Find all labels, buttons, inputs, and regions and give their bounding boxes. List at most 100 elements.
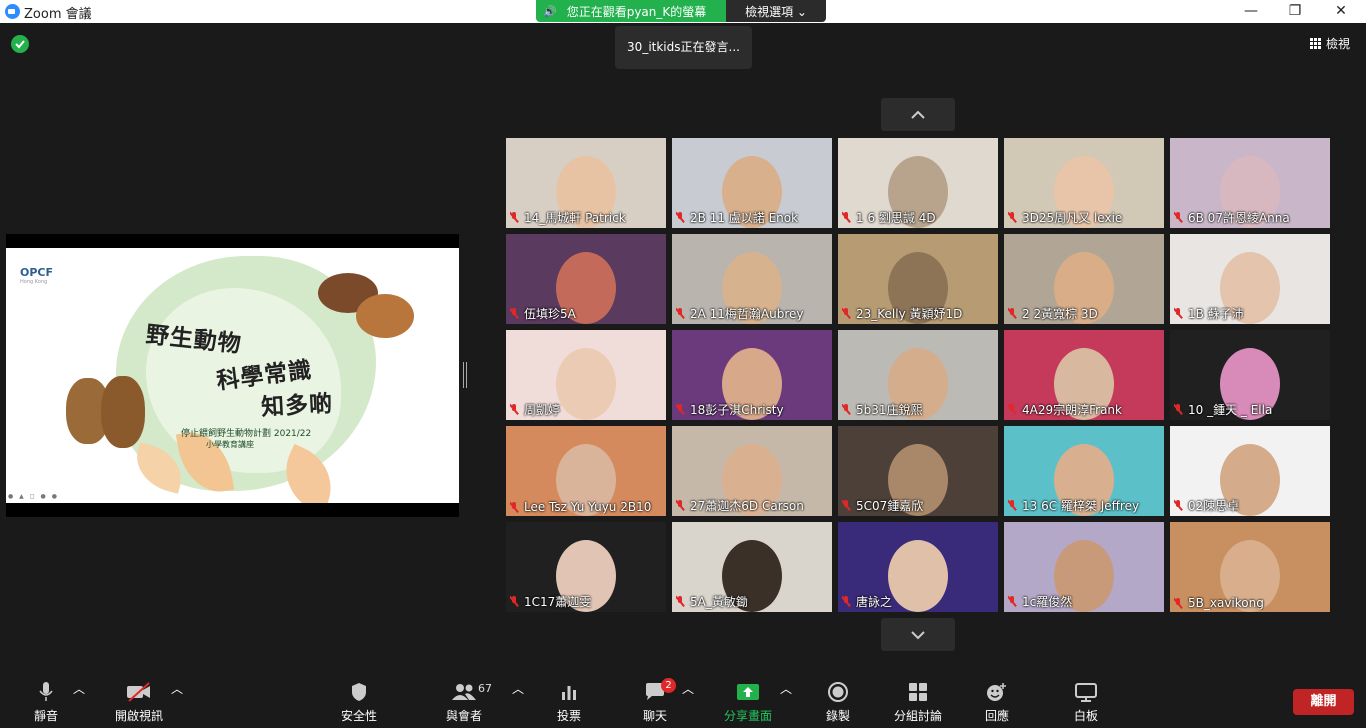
- participant-video-tile[interactable]: 14_馬城軒 Patrick: [506, 138, 666, 228]
- minimize-button[interactable]: —: [1228, 0, 1274, 23]
- participant-name-label: 2 2黃寬棕 3D: [1008, 305, 1160, 322]
- participant-video-tile[interactable]: 1B 蘇子沛: [1170, 234, 1330, 324]
- participant-name-label: 1C17蕭迦雯: [510, 593, 662, 610]
- participant-name: 唐詠之: [856, 595, 893, 609]
- security-button[interactable]: 安全性: [337, 680, 381, 724]
- participant-video-tile[interactable]: 4A29宗朗淳Frank: [1004, 330, 1164, 420]
- participant-video-tile[interactable]: 23_Kelly 黃穎妤1D: [838, 234, 998, 324]
- bar-chart-icon: [553, 680, 585, 704]
- chat-button[interactable]: 聊天 2: [639, 678, 676, 724]
- muted-microphone-icon: [1008, 308, 1016, 319]
- participant-name-label: 23_Kelly 黃穎妤1D: [842, 305, 994, 322]
- viewing-share-indicator: 🔊 您正在觀看pyan_K的螢幕: [536, 0, 726, 22]
- participant-video-tile[interactable]: 3D25周凡又 lexie: [1004, 138, 1164, 228]
- participant-name-label: 5C07鍾嘉欣: [842, 497, 994, 514]
- split-resize-handle[interactable]: [463, 362, 467, 388]
- polls-button[interactable]: 投票: [553, 680, 585, 724]
- participant-video-tile[interactable]: 1C17蕭迦雯: [506, 522, 666, 612]
- video-off-icon: [110, 680, 168, 704]
- muted-microphone-icon: [510, 501, 518, 513]
- participant-name: 18彭子淇Christy: [690, 403, 784, 417]
- participant-video-tile[interactable]: 伍填珍5A: [506, 234, 666, 324]
- participant-video-tile[interactable]: 18彭子淇Christy: [672, 330, 832, 420]
- participant-name: 2B 11 盧以諾 Enok: [690, 211, 799, 225]
- participant-name-label: 1B 蘇子沛: [1174, 305, 1326, 322]
- participant-name-label: 18彭子淇Christy: [676, 401, 828, 418]
- participants-button[interactable]: 與會者 67: [442, 680, 492, 724]
- gallery-view-button[interactable]: 檢視: [1310, 35, 1350, 52]
- opcf-logo: OPCF Hong Kong: [20, 266, 53, 285]
- muted-microphone-icon: [1008, 596, 1016, 607]
- participant-video-tile[interactable]: 5B_xavikong: [1170, 522, 1330, 612]
- shared-screen[interactable]: OPCF Hong Kong 野生動物 科學常識 知多啲 停止餵飼野生動物計劃 …: [6, 234, 459, 517]
- participant-video-tile[interactable]: 5b31庄銳熙: [838, 330, 998, 420]
- share-options-caret[interactable]: ︿: [780, 680, 792, 697]
- view-options-button[interactable]: 檢視選項 ⌄: [726, 0, 826, 22]
- participant-video-tile[interactable]: 唐詠之: [838, 522, 998, 612]
- muted-microphone-icon: [676, 308, 684, 319]
- window-title: Zoom 會議: [24, 7, 92, 22]
- participant-name: 1B 蘇子沛: [1188, 307, 1244, 321]
- participant-name: 周凱婷: [524, 403, 561, 417]
- participant-video-tile[interactable]: 27蕭迦杰6D Carson: [672, 426, 832, 516]
- zoom-logo-icon: [5, 4, 20, 19]
- participant-name-label: 5B_xavikong: [1174, 596, 1326, 610]
- participant-name: 1C17蕭迦雯: [524, 595, 592, 609]
- participant-video-tile[interactable]: 1c羅俊然: [1004, 522, 1164, 612]
- whiteboard-button[interactable]: 白板: [1072, 680, 1100, 724]
- gallery-page-down-button[interactable]: [881, 618, 955, 651]
- mute-label: 靜音: [33, 709, 58, 723]
- encryption-shield-icon[interactable]: [11, 35, 29, 53]
- participants-options-caret[interactable]: ︿: [512, 680, 524, 697]
- audio-options-caret[interactable]: ︿: [73, 680, 85, 697]
- muted-microphone-icon: [842, 596, 850, 607]
- participant-name: 5C07鍾嘉欣: [856, 499, 924, 513]
- record-button[interactable]: 錄製: [823, 680, 853, 724]
- participant-video-tile[interactable]: 10 _鍾天 _ Ella: [1170, 330, 1330, 420]
- participant-name-label: 1c羅俊然: [1008, 593, 1160, 610]
- participant-name: 2 2黃寬棕 3D: [1022, 307, 1098, 321]
- mute-button[interactable]: 靜音: [28, 680, 64, 724]
- chat-options-caret[interactable]: ︿: [682, 680, 694, 697]
- muted-microphone-icon: [510, 596, 518, 607]
- participant-video-tile[interactable]: 5C07鍾嘉欣: [838, 426, 998, 516]
- close-button[interactable]: ✕: [1318, 0, 1364, 23]
- participant-video-tile[interactable]: 2B 11 盧以諾 Enok: [672, 138, 832, 228]
- participant-video-tile[interactable]: 13 6C 羅梓桀 Jeffrey: [1004, 426, 1164, 516]
- muted-microphone-icon: [1174, 212, 1182, 223]
- muted-microphone-icon: [1008, 404, 1016, 415]
- slide-controls[interactable]: ● ▲ ◻ ● ●: [8, 493, 59, 500]
- participant-video-tile[interactable]: 6B 07許恩綾Anna: [1170, 138, 1330, 228]
- participant-name: 23_Kelly 黃穎妤1D: [856, 307, 963, 321]
- whiteboard-label: 白板: [1073, 709, 1098, 723]
- participant-video-tile[interactable]: 5A_黃敏鋤: [672, 522, 832, 612]
- restore-button[interactable]: ❐: [1272, 0, 1318, 23]
- participant-name: 13 6C 羅梓桀 Jeffrey: [1022, 499, 1140, 513]
- participant-video-tile[interactable]: 02陳思卓: [1170, 426, 1330, 516]
- participant-video-tile[interactable]: 周凱婷: [506, 330, 666, 420]
- muted-microphone-icon: [842, 404, 850, 415]
- polls-label: 投票: [556, 709, 581, 723]
- share-screen-label: 分享畫面: [723, 709, 772, 723]
- leave-button[interactable]: 離開: [1293, 689, 1354, 715]
- participant-name: 5A_黃敏鋤: [690, 595, 748, 609]
- microphone-icon: [28, 680, 64, 704]
- participant-name-label: 5b31庄銳熙: [842, 401, 994, 418]
- participant-video-tile[interactable]: 2A 11梅哲瀚Aubrey: [672, 234, 832, 324]
- start-video-button[interactable]: 開啟視訊: [110, 680, 168, 724]
- participant-name-label: 4A29宗朗淳Frank: [1008, 401, 1160, 418]
- smiley-icon: [983, 680, 1011, 704]
- gallery-page-up-button[interactable]: [881, 98, 955, 131]
- participant-name: 3D25周凡又 lexie: [1022, 211, 1123, 225]
- video-options-caret[interactable]: ︿: [171, 680, 183, 697]
- participant-video-tile[interactable]: 2 2黃寬棕 3D: [1004, 234, 1164, 324]
- share-banner: 🔊 您正在觀看pyan_K的螢幕 檢視選項 ⌄: [536, 0, 826, 22]
- participant-video-tile[interactable]: Lee Tsz Yu Yuyu 2B10: [506, 426, 666, 516]
- participant-name-label: 唐詠之: [842, 593, 994, 610]
- reactions-button[interactable]: 回應: [983, 680, 1011, 724]
- record-icon: [823, 680, 853, 704]
- share-screen-button[interactable]: 分享畫面: [720, 680, 776, 724]
- reactions-label: 回應: [984, 709, 1009, 723]
- participant-video-tile[interactable]: 1 6 劉思諴 4D: [838, 138, 998, 228]
- breakout-rooms-button[interactable]: 分組討論: [890, 680, 946, 724]
